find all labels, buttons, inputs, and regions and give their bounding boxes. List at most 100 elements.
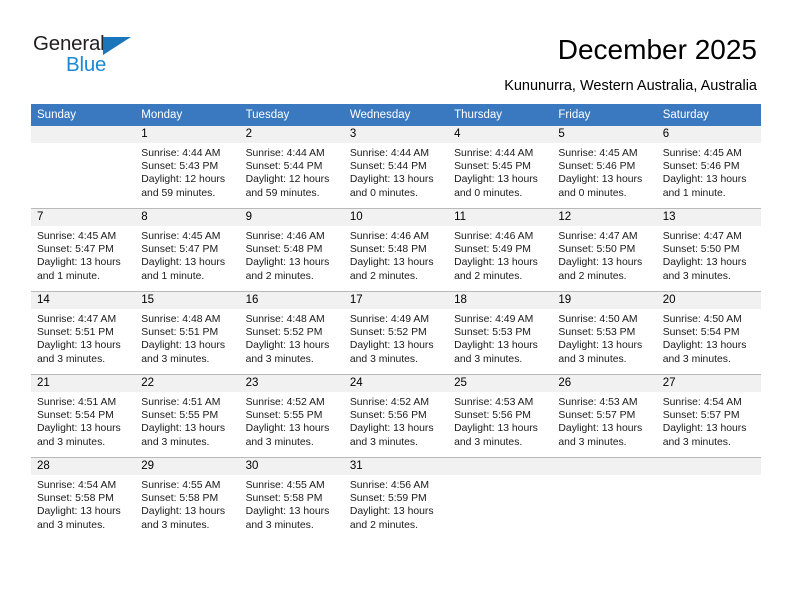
calendar-day-cell[interactable]: 19 Sunrise: 4:50 AM Sunset: 5:53 PM Dayligh… — [552, 291, 657, 375]
calendar-day-cell[interactable]: 7 Sunrise: 4:45 AM Sunset: 5:47 PM Daylight… — [31, 208, 136, 292]
calendar-day-cell[interactable]: 27 Sunrise: 4:54 AM Sunset: 5:57 PM Dayligh… — [656, 374, 761, 458]
calendar-day-cell[interactable]: 29 Sunrise: 4:55 AM Sunset: 5:58 PM Dayligh… — [135, 457, 240, 540]
daylight-duration-line2: and 3 minutes. — [141, 436, 210, 448]
calendar-day-cell[interactable]: 25 Sunrise: 4:53 AM Sunset: 5:56 PM Dayligh… — [448, 374, 553, 458]
calendar-body: 1 Sunrise: 4:44 AM Sunset: 5:43 PM Daylight… — [31, 126, 761, 540]
weekday-header-row: Sunday Monday Tuesday Wednesday Thursday… — [31, 104, 761, 126]
sunset-time: Sunset: 5:51 PM — [141, 327, 219, 339]
calendar-day-cell[interactable]: 11 Sunrise: 4:46 AM Sunset: 5:49 PM Dayligh… — [448, 208, 553, 292]
day-number: 21 — [31, 375, 136, 392]
sunset-time: Sunset: 5:53 PM — [454, 327, 531, 339]
calendar-week-row: 7 Sunrise: 4:45 AM Sunset: 5:47 PM Daylight… — [31, 208, 761, 292]
daylight-duration-line2: and 2 minutes. — [454, 270, 523, 282]
daylight-duration-line1: Daylight: 13 hours — [37, 423, 121, 435]
sunrise-time: Sunrise: 4:47 AM — [37, 314, 117, 325]
page-subtitle: Kununurra, Western Australia, Australia — [504, 78, 757, 94]
sunset-time: Sunset: 5:45 PM — [454, 161, 531, 173]
day-number: 31 — [343, 458, 449, 475]
calendar-day-cell[interactable]: 15 Sunrise: 4:48 AM Sunset: 5:51 PM Dayligh… — [135, 291, 240, 375]
day-details: Sunrise: 4:47 AM Sunset: 5:51 PM Daylight:… — [31, 309, 135, 366]
daylight-duration-line2: and 3 minutes. — [349, 436, 419, 448]
sunrise-time: Sunrise: 4:56 AM — [349, 480, 429, 491]
calendar-day-cell[interactable]: 17 Sunrise: 4:49 AM Sunset: 5:52 PM Dayligh… — [343, 291, 449, 375]
page-header: General Blue December 2025 Kununurra, We… — [0, 0, 792, 100]
day-details: Sunrise: 4:48 AM Sunset: 5:52 PM Daylight:… — [240, 309, 344, 366]
day-details: Sunrise: 4:53 AM Sunset: 5:56 PM Daylight:… — [448, 392, 552, 449]
day-number — [552, 458, 657, 475]
sunrise-time: Sunrise: 4:54 AM — [37, 480, 117, 491]
calendar-day-cell[interactable]: 14 Sunrise: 4:47 AM Sunset: 5:51 PM Dayligh… — [31, 291, 136, 375]
sunrise-time: Sunrise: 4:46 AM — [454, 231, 534, 242]
sunset-time: Sunset: 5:50 PM — [662, 244, 740, 256]
daylight-duration-line1: Daylight: 13 hours — [37, 257, 121, 269]
sunrise-time: Sunrise: 4:47 AM — [558, 231, 638, 242]
calendar-day-cell[interactable]: 24 Sunrise: 4:52 AM Sunset: 5:56 PM Dayligh… — [343, 374, 449, 458]
daylight-duration-line2: and 1 minute. — [662, 187, 726, 199]
daylight-duration-line2: and 0 minutes. — [558, 187, 627, 199]
calendar-day-cell[interactable]: 3 Sunrise: 4:44 AM Sunset: 5:44 PM Daylight… — [343, 126, 449, 209]
daylight-duration-line2: and 3 minutes. — [245, 353, 314, 365]
calendar-day-cell[interactable]: 5 Sunrise: 4:45 AM Sunset: 5:46 PM Daylight… — [552, 126, 657, 209]
sunrise-time: Sunrise: 4:45 AM — [141, 231, 221, 242]
calendar-day-cell[interactable]: 4 Sunrise: 4:44 AM Sunset: 5:45 PM Daylight… — [448, 126, 553, 209]
daylight-duration-line2: and 3 minutes. — [454, 436, 523, 448]
calendar-day-cell-empty — [31, 126, 136, 209]
calendar-day-cell[interactable]: 31 Sunrise: 4:56 AM Sunset: 5:59 PM Dayligh… — [343, 457, 449, 540]
daylight-duration-line2: and 3 minutes. — [37, 436, 106, 448]
day-number: 1 — [135, 126, 240, 143]
sunrise-time: Sunrise: 4:49 AM — [349, 314, 429, 325]
day-details: Sunrise: 4:53 AM Sunset: 5:57 PM Daylight:… — [552, 392, 656, 449]
daylight-duration-line2: and 3 minutes. — [37, 353, 106, 365]
weekday-header-tuesday: Tuesday — [239, 104, 344, 126]
calendar-day-cell[interactable]: 2 Sunrise: 4:44 AM Sunset: 5:44 PM Daylight… — [239, 126, 344, 209]
sunset-time: Sunset: 5:55 PM — [141, 410, 219, 422]
daylight-duration-line1: Daylight: 13 hours — [454, 340, 538, 352]
sunrise-time: Sunrise: 4:55 AM — [245, 480, 325, 491]
day-details: Sunrise: 4:46 AM Sunset: 5:49 PM Daylight:… — [448, 226, 552, 283]
sunset-time: Sunset: 5:48 PM — [245, 244, 323, 256]
sunrise-time: Sunrise: 4:48 AM — [141, 314, 221, 325]
calendar-day-cell[interactable]: 6 Sunrise: 4:45 AM Sunset: 5:46 PM Daylight… — [656, 126, 761, 209]
daylight-duration-line1: Daylight: 12 hours — [245, 174, 330, 186]
sunrise-time: Sunrise: 4:50 AM — [558, 314, 638, 325]
day-details: Sunrise: 4:56 AM Sunset: 5:59 PM Daylight:… — [344, 475, 448, 532]
day-details: Sunrise: 4:52 AM Sunset: 5:55 PM Daylight:… — [240, 392, 344, 449]
daylight-duration-line2: and 3 minutes. — [141, 353, 210, 365]
calendar-day-cell[interactable]: 18 Sunrise: 4:49 AM Sunset: 5:53 PM Dayligh… — [448, 291, 553, 375]
day-details: Sunrise: 4:49 AM Sunset: 5:52 PM Daylight:… — [344, 309, 448, 366]
daylight-duration-line1: Daylight: 13 hours — [662, 340, 747, 352]
sunset-time: Sunset: 5:47 PM — [37, 244, 114, 256]
sunrise-time: Sunrise: 4:44 AM — [245, 148, 325, 159]
sunset-time: Sunset: 5:50 PM — [558, 244, 636, 256]
brand-name-general: General — [33, 32, 105, 55]
sunset-time: Sunset: 5:51 PM — [37, 327, 114, 339]
calendar-day-cell-empty — [448, 457, 553, 540]
daylight-duration-line1: Daylight: 13 hours — [558, 174, 643, 186]
sunset-time: Sunset: 5:49 PM — [454, 244, 531, 256]
sunset-time: Sunset: 5:53 PM — [558, 327, 636, 339]
calendar-day-cell[interactable]: 12 Sunrise: 4:47 AM Sunset: 5:50 PM Dayligh… — [552, 208, 657, 292]
sunrise-time: Sunrise: 4:45 AM — [558, 148, 638, 159]
day-details: Sunrise: 4:45 AM Sunset: 5:47 PM Daylight:… — [31, 226, 135, 283]
calendar-day-cell[interactable]: 28 Sunrise: 4:54 AM Sunset: 5:58 PM Dayligh… — [31, 457, 136, 540]
calendar-day-cell[interactable]: 20 Sunrise: 4:50 AM Sunset: 5:54 PM Dayligh… — [656, 291, 761, 375]
calendar-day-cell[interactable]: 13 Sunrise: 4:47 AM Sunset: 5:50 PM Dayligh… — [656, 208, 761, 292]
calendar-day-cell[interactable]: 1 Sunrise: 4:44 AM Sunset: 5:43 PM Daylight… — [135, 126, 240, 209]
calendar-day-cell[interactable]: 26 Sunrise: 4:53 AM Sunset: 5:57 PM Dayligh… — [552, 374, 657, 458]
calendar-day-cell[interactable]: 30 Sunrise: 4:55 AM Sunset: 5:58 PM Dayligh… — [239, 457, 344, 540]
sunset-time: Sunset: 5:59 PM — [349, 493, 427, 505]
sunset-time: Sunset: 5:43 PM — [141, 161, 219, 173]
sunset-time: Sunset: 5:52 PM — [349, 327, 427, 339]
day-number: 24 — [343, 375, 449, 392]
sunrise-time: Sunrise: 4:47 AM — [662, 231, 742, 242]
calendar-day-cell[interactable]: 21 Sunrise: 4:51 AM Sunset: 5:54 PM Dayligh… — [31, 374, 136, 458]
day-details: Sunrise: 4:46 AM Sunset: 5:48 PM Daylight:… — [344, 226, 448, 283]
calendar-day-cell[interactable]: 10 Sunrise: 4:46 AM Sunset: 5:48 PM Dayligh… — [343, 208, 449, 292]
calendar-day-cell[interactable]: 22 Sunrise: 4:51 AM Sunset: 5:55 PM Dayligh… — [135, 374, 240, 458]
calendar-day-cell[interactable]: 16 Sunrise: 4:48 AM Sunset: 5:52 PM Dayligh… — [239, 291, 344, 375]
calendar-day-cell[interactable]: 23 Sunrise: 4:52 AM Sunset: 5:55 PM Dayligh… — [239, 374, 344, 458]
calendar-day-cell[interactable]: 8 Sunrise: 4:45 AM Sunset: 5:47 PM Daylight… — [135, 208, 240, 292]
calendar-day-cell[interactable]: 9 Sunrise: 4:46 AM Sunset: 5:48 PM Daylight… — [239, 208, 344, 292]
daylight-duration-line2: and 0 minutes. — [454, 187, 523, 199]
brand-logo[interactable]: General Blue — [33, 33, 173, 83]
